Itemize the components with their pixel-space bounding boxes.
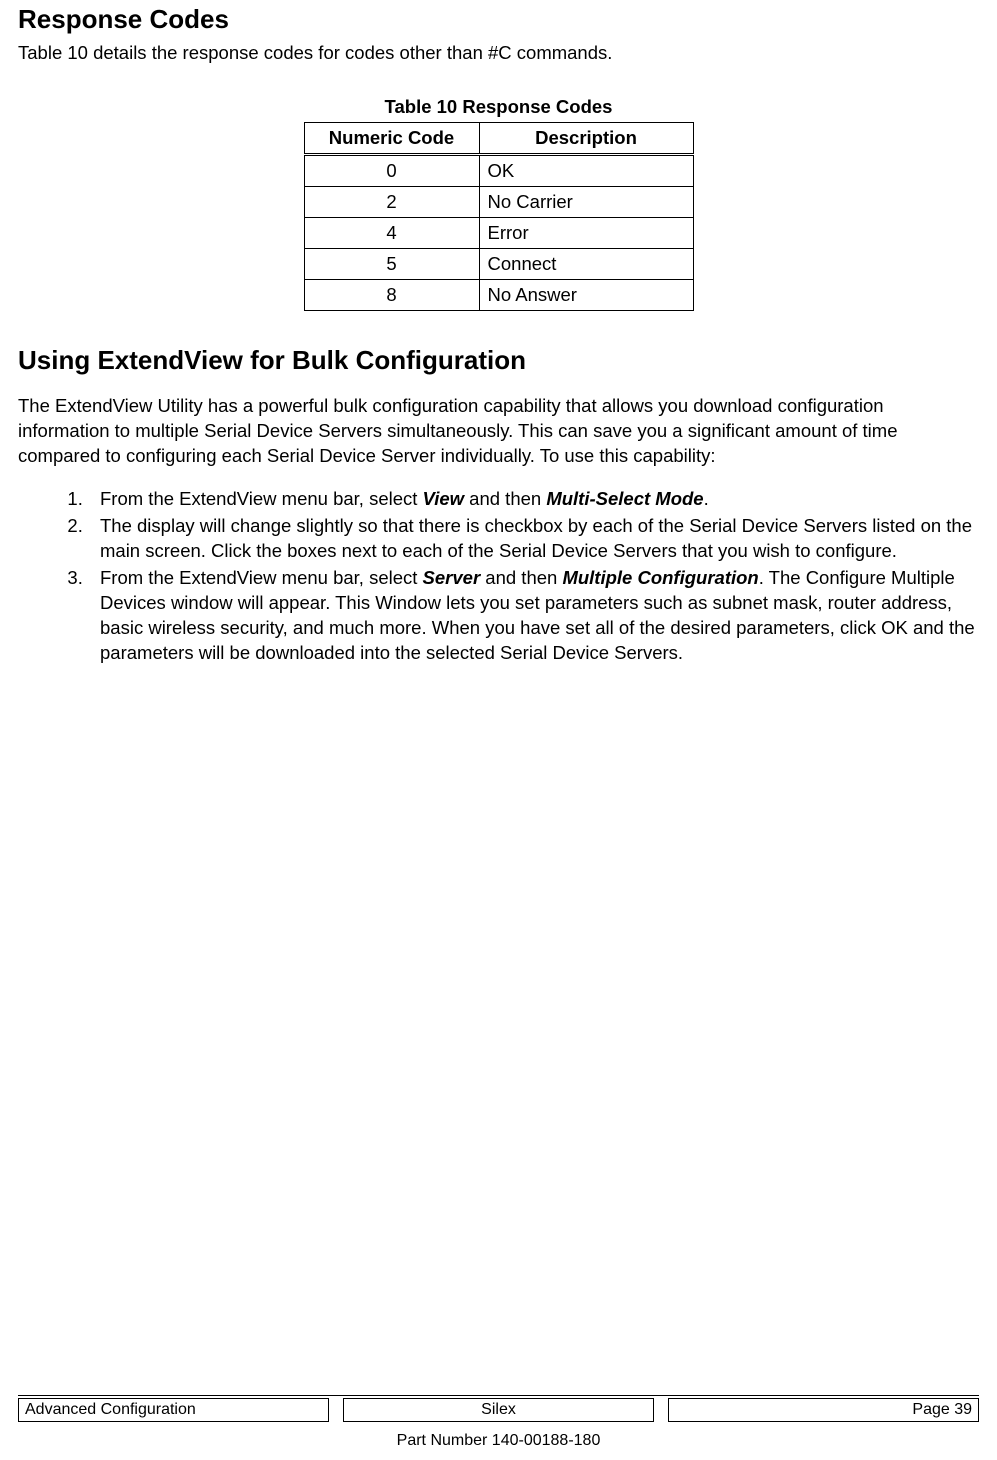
section-title-response-codes: Response Codes <box>18 4 979 35</box>
menu-view: View <box>423 488 464 509</box>
part-number: Part Number 140-00188-180 <box>18 1432 979 1450</box>
footer-center: Silex <box>343 1398 654 1422</box>
td-code: 8 <box>304 279 479 310</box>
table-row: 0 OK <box>304 154 693 186</box>
list-item: The display will change slightly so that… <box>88 514 979 564</box>
list-item: From the ExtendView menu bar, select Ser… <box>88 566 979 666</box>
td-code: 0 <box>304 154 479 186</box>
page-footer: Advanced Configuration Silex Page 39 Par… <box>18 1395 979 1450</box>
table-header-row: Numeric Code Description <box>304 122 693 154</box>
step-text: The display will change slightly so that… <box>100 515 972 561</box>
list-item: From the ExtendView menu bar, select Vie… <box>88 487 979 512</box>
th-numeric-code: Numeric Code <box>304 122 479 154</box>
menu-multi-select-mode: Multi-Select Mode <box>546 488 703 509</box>
step-text: and then <box>480 567 562 588</box>
table-row: 8 No Answer <box>304 279 693 310</box>
footer-row: Advanced Configuration Silex Page 39 <box>18 1398 979 1422</box>
step-text: From the ExtendView menu bar, select <box>100 488 423 509</box>
td-code: 2 <box>304 186 479 217</box>
section-title-extendview: Using ExtendView for Bulk Configuration <box>18 345 979 376</box>
td-desc: No Carrier <box>479 186 693 217</box>
td-code: 5 <box>304 248 479 279</box>
td-desc: Connect <box>479 248 693 279</box>
footer-left: Advanced Configuration <box>18 1398 329 1422</box>
table-row: 4 Error <box>304 217 693 248</box>
footer-right: Page 39 <box>668 1398 979 1422</box>
menu-server: Server <box>423 567 481 588</box>
response-codes-intro: Table 10 details the response codes for … <box>18 41 979 66</box>
step-text: and then <box>464 488 546 509</box>
td-desc: No Answer <box>479 279 693 310</box>
extendview-intro: The ExtendView Utility has a powerful bu… <box>18 394 979 469</box>
steps-list: From the ExtendView menu bar, select Vie… <box>18 487 979 666</box>
step-text: . <box>704 488 709 509</box>
response-codes-table: Numeric Code Description 0 OK 2 No Carri… <box>304 122 694 311</box>
menu-multiple-configuration: Multiple Configuration <box>562 567 758 588</box>
td-desc: Error <box>479 217 693 248</box>
table-row: 2 No Carrier <box>304 186 693 217</box>
th-description: Description <box>479 122 693 154</box>
table-caption: Table 10 Response Codes <box>18 96 979 118</box>
table-row: 5 Connect <box>304 248 693 279</box>
td-desc: OK <box>479 154 693 186</box>
step-text: From the ExtendView menu bar, select <box>100 567 423 588</box>
td-code: 4 <box>304 217 479 248</box>
footer-rule <box>18 1395 979 1396</box>
